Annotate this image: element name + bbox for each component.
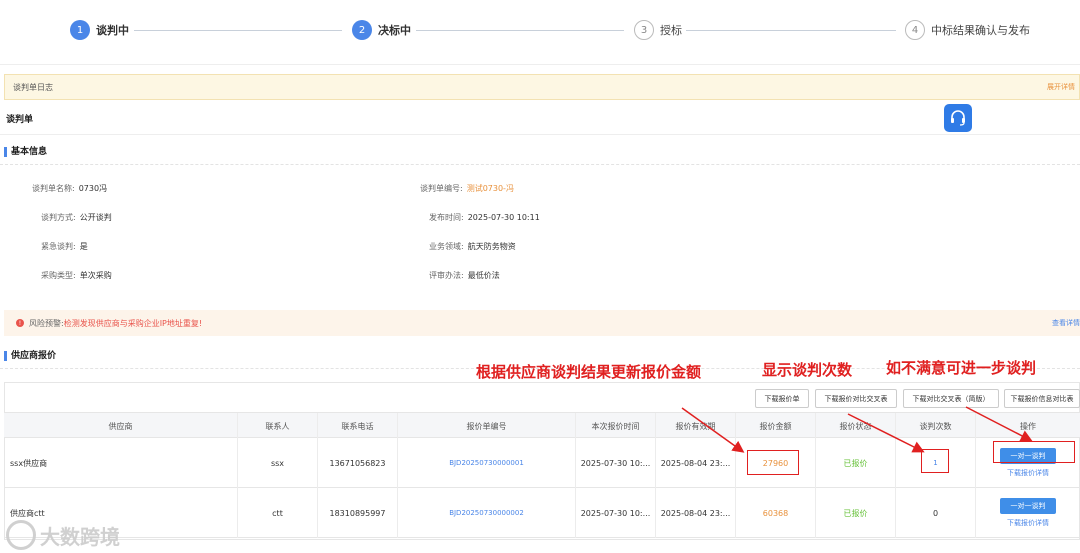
annotation-arrows bbox=[681, 406, 1033, 453]
watermark-text: 大数跨境 bbox=[40, 524, 120, 549]
watermark: 大数跨境 bbox=[6, 520, 120, 550]
watermark-logo-icon bbox=[6, 520, 36, 550]
